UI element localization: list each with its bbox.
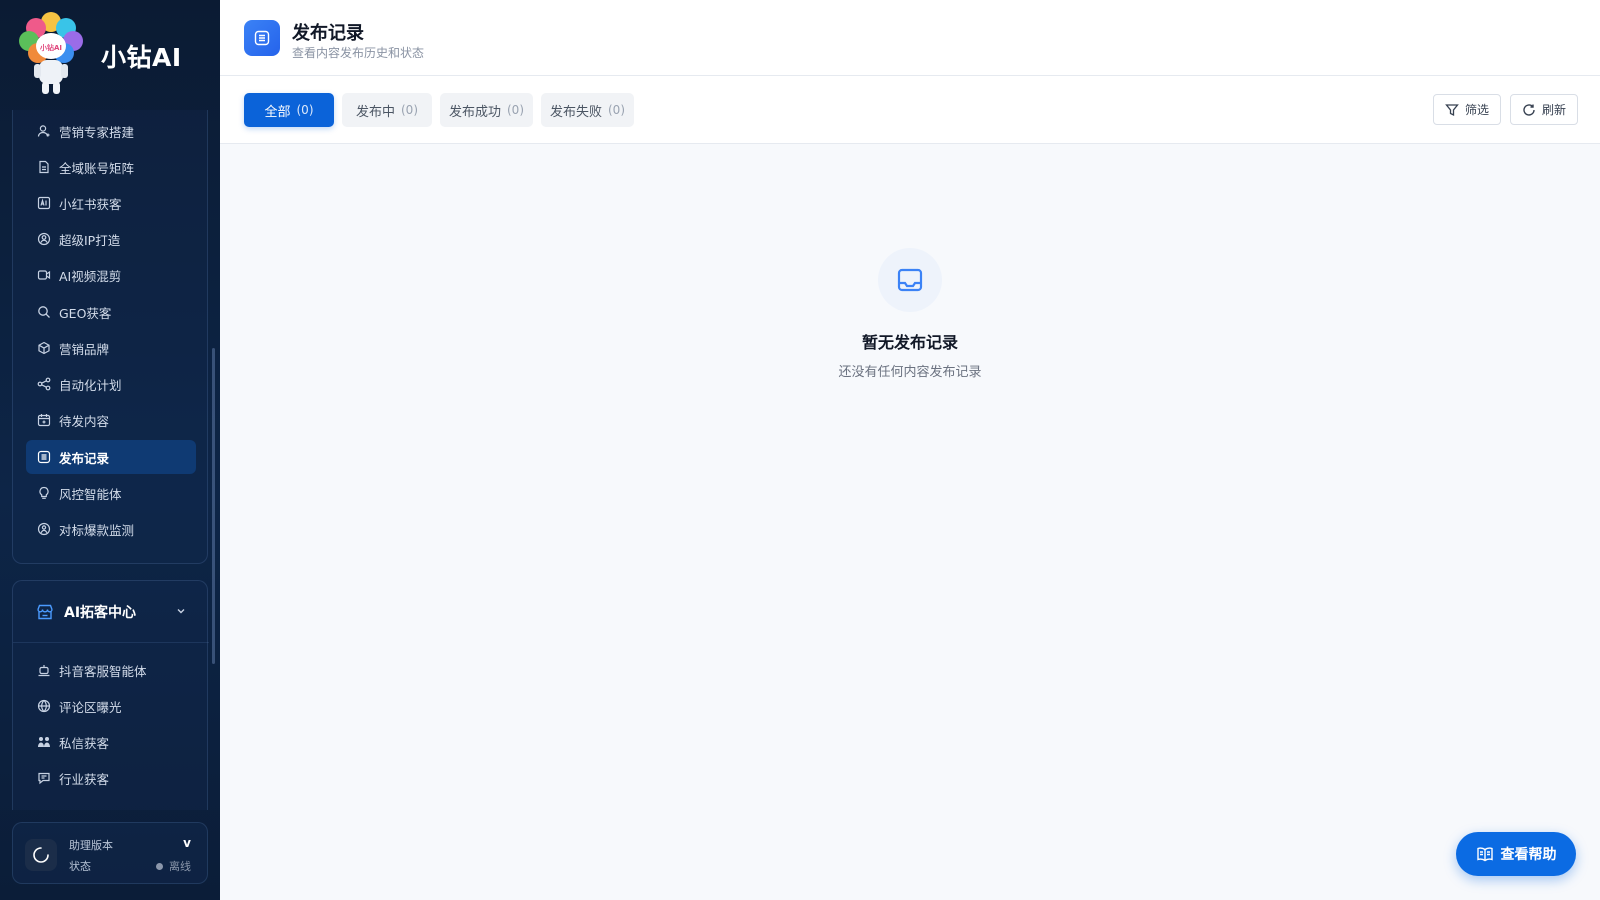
tab-count: (0) bbox=[401, 103, 418, 117]
status-text: 离线 bbox=[169, 860, 191, 873]
tab-publish-failed[interactable]: 发布失败 (0) bbox=[541, 93, 634, 127]
version-label: 助理版本 bbox=[69, 839, 113, 852]
sidebar-item-label: 营销专家搭建 bbox=[59, 124, 135, 140]
filter-button[interactable]: 筛选 bbox=[1433, 94, 1501, 125]
chat-icon bbox=[37, 771, 51, 785]
sidebar-item-super-ip[interactable]: 超级IP打造 bbox=[26, 222, 196, 256]
sidebar-item-label: 小红书获客 bbox=[59, 196, 122, 212]
radar-icon bbox=[37, 522, 51, 536]
lightbulb-icon bbox=[37, 486, 51, 500]
sidebar-item-label: 行业获客 bbox=[59, 771, 110, 787]
page-header: 发布记录 查看内容发布历史和状态 bbox=[220, 0, 1600, 76]
sidebar-scrollbar[interactable] bbox=[212, 348, 215, 664]
sidebar-item-label: 风控智能体 bbox=[59, 486, 122, 502]
sidebar-item-account-matrix[interactable]: 全域账号矩阵 bbox=[26, 150, 196, 184]
status-filter-bar: 全部 (0) 发布中 (0) 发布成功 (0) 发布失败 (0) 筛选 刷新 bbox=[220, 76, 1600, 144]
sidebar-item-label: 评论区曝光 bbox=[59, 699, 122, 715]
main-menu: 营销专家搭建 全域账号矩阵 小红书获客 超级IP打造 AI视频混剪 GEO获客 … bbox=[12, 110, 208, 564]
ai-customer-center-group: AI拓客中心 抖音客服智能体 评论区曝光 私信获客 行业获客 bbox=[12, 580, 209, 810]
sidebar-item-label: 营销品牌 bbox=[59, 341, 110, 357]
ip-user-icon bbox=[37, 232, 51, 246]
chevron-down-icon[interactable] bbox=[175, 605, 187, 617]
sidebar: 小钻AI 小钻AI 营销专家搭建 全域账号矩阵 小红书获客 超级IP打造 AI视… bbox=[0, 0, 220, 900]
refresh-icon bbox=[1523, 103, 1535, 116]
assistant-version-panel: 助理版本 v 状态 离线 bbox=[12, 822, 208, 884]
help-label: 查看帮助 bbox=[1500, 847, 1557, 863]
refresh-button[interactable]: 刷新 bbox=[1510, 94, 1578, 125]
tab-label: 发布中 bbox=[355, 104, 395, 120]
share-nodes-icon bbox=[37, 377, 51, 391]
help-button[interactable]: 查看帮助 bbox=[1456, 832, 1576, 876]
sidebar-item-label: AI视频混剪 bbox=[59, 268, 122, 284]
brand: 小钻AI 小钻AI bbox=[0, 0, 220, 110]
document-icon bbox=[37, 160, 51, 174]
brand-name: 小钻AI bbox=[101, 43, 182, 72]
handshake-icon bbox=[37, 735, 51, 749]
sidebar-item-publish-records[interactable]: 发布记录 bbox=[26, 440, 196, 474]
version-value: v bbox=[183, 836, 191, 850]
svg-text:小钻AI: 小钻AI bbox=[39, 43, 62, 52]
refresh-label: 刷新 bbox=[1541, 103, 1566, 117]
tab-label: 发布成功 bbox=[448, 104, 501, 120]
status-dot-icon bbox=[156, 862, 163, 870]
sidebar-item-automation[interactable]: 自动化计划 bbox=[26, 367, 196, 401]
sidebar-item-geo[interactable]: GEO获客 bbox=[26, 295, 196, 329]
status-label: 状态 bbox=[69, 860, 91, 873]
tab-publish-success[interactable]: 发布成功 (0) bbox=[440, 93, 533, 127]
sidebar-item-label: 对标爆款监测 bbox=[59, 522, 135, 538]
tab-count: (0) bbox=[507, 103, 524, 117]
sidebar-item-expert-builder[interactable]: 营销专家搭建 bbox=[26, 114, 196, 148]
group-header[interactable]: AI拓客中心 bbox=[13, 581, 209, 643]
tab-publishing[interactable]: 发布中 (0) bbox=[342, 93, 432, 127]
sidebar-item-label: 全域账号矩阵 bbox=[59, 160, 135, 176]
list-icon bbox=[37, 450, 51, 464]
sidebar-item-label: 自动化计划 bbox=[59, 377, 122, 393]
sidebar-item-label: 发布记录 bbox=[59, 450, 110, 466]
sidebar-item-douyin-agent[interactable]: 抖音客服智能体 bbox=[26, 653, 196, 687]
book-icon bbox=[1476, 847, 1493, 862]
user-plus-icon bbox=[37, 124, 51, 138]
sidebar-item-benchmark-monitor[interactable]: 对标爆款监测 bbox=[26, 512, 196, 546]
tab-count: (0) bbox=[608, 103, 625, 117]
inbox-icon bbox=[878, 248, 942, 312]
tab-all[interactable]: 全部 (0) bbox=[244, 93, 334, 127]
empty-state-title: 暂无发布记录 bbox=[861, 333, 958, 352]
sidebar-item-label: 待发内容 bbox=[59, 413, 110, 429]
empty-state-description: 还没有任何内容发布记录 bbox=[838, 365, 982, 380]
sidebar-item-xiaohongshu[interactable]: 小红书获客 bbox=[26, 186, 196, 220]
cube-icon bbox=[37, 341, 51, 355]
sidebar-item-marketing-brand[interactable]: 营销品牌 bbox=[26, 331, 196, 365]
video-icon bbox=[37, 268, 51, 282]
mascot-logo-icon: 小钻AI bbox=[19, 12, 83, 94]
sidebar-item-comment-exposure[interactable]: 评论区曝光 bbox=[26, 689, 196, 723]
store-icon bbox=[37, 604, 53, 619]
page-subtitle: 查看内容发布历史和状态 bbox=[292, 46, 425, 60]
loading-spinner-icon bbox=[25, 839, 57, 871]
tab-label: 全部 bbox=[264, 104, 291, 120]
filter-icon bbox=[1445, 103, 1459, 116]
main-content: 发布记录 查看内容发布历史和状态 全部 (0) 发布中 (0) 发布成功 (0)… bbox=[220, 0, 1600, 900]
robot-icon bbox=[37, 663, 51, 677]
sidebar-item-label: 超级IP打造 bbox=[59, 232, 121, 248]
list-icon bbox=[244, 20, 280, 56]
sidebar-item-pending-content[interactable]: 待发内容 bbox=[26, 403, 196, 437]
filter-label: 筛选 bbox=[1464, 103, 1489, 117]
sidebar-item-label: GEO获客 bbox=[59, 305, 112, 321]
ai-badge-icon bbox=[37, 196, 51, 210]
sidebar-item-private-message[interactable]: 私信获客 bbox=[26, 725, 196, 759]
page-title: 发布记录 bbox=[292, 23, 364, 44]
tab-count: (0) bbox=[296, 103, 314, 117]
sidebar-item-ai-video[interactable]: AI视频混剪 bbox=[26, 258, 196, 292]
sidebar-item-label: 抖音客服智能体 bbox=[59, 663, 147, 679]
sidebar-item-industry[interactable]: 行业获客 bbox=[26, 761, 196, 795]
tab-label: 发布失败 bbox=[549, 104, 602, 120]
search-icon bbox=[37, 305, 51, 319]
sidebar-item-label: 私信获客 bbox=[59, 735, 110, 751]
status-badge: 离线 bbox=[156, 858, 191, 874]
calendar-icon bbox=[37, 413, 51, 427]
sidebar-item-risk-agent[interactable]: 风控智能体 bbox=[26, 476, 196, 510]
globe-icon bbox=[37, 699, 51, 713]
group-title: AI拓客中心 bbox=[64, 604, 137, 621]
